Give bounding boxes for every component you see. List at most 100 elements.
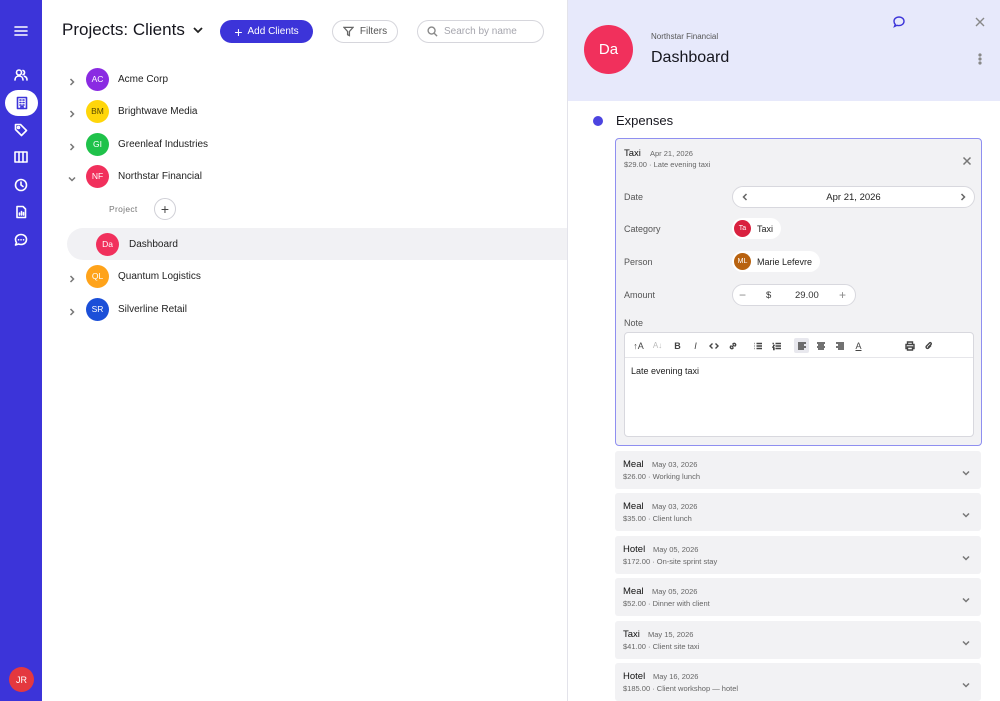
chevron-down-icon xyxy=(193,27,203,34)
expense-summary: $35.00 · Client lunch xyxy=(623,514,692,523)
breadcrumb[interactable]: Northstar Financial xyxy=(651,32,718,41)
category-name: Taxi xyxy=(757,223,774,234)
client-row-quantum[interactable]: QL Quantum Logistics xyxy=(42,260,567,292)
print-icon[interactable] xyxy=(902,338,917,353)
plus-icon: + xyxy=(234,23,243,40)
client-avatar: AC xyxy=(86,67,109,91)
amount-label: Amount xyxy=(624,290,656,300)
client-row-brightwave[interactable]: BM Brightwave Media xyxy=(42,95,567,127)
expense-item[interactable]: Meal May 03, 2026 $35.00 · Client lunch xyxy=(615,493,981,531)
more-options-icon[interactable] xyxy=(974,52,986,65)
expense-summary: $185.00 · Client workshop — hotel xyxy=(623,684,739,693)
align-right-icon[interactable] xyxy=(832,338,847,353)
chat-icon[interactable] xyxy=(0,227,42,253)
increment-button[interactable]: + xyxy=(839,288,846,302)
expense-item[interactable]: Hotel May 05, 2026 $172.00 · On-site spr… xyxy=(615,536,981,574)
amount-value[interactable]: 29.00 xyxy=(795,290,819,301)
expenses-section-header: Expenses xyxy=(593,113,673,128)
link-icon[interactable] xyxy=(725,338,740,353)
users-icon[interactable] xyxy=(0,62,42,88)
expense-card-expanded[interactable]: Taxi Apr 21, 2026 $29.00 · Late evening … xyxy=(615,138,982,446)
user-avatar[interactable]: JR xyxy=(9,667,34,692)
expense-date: May 03, 2026 xyxy=(652,502,698,511)
expense-item[interactable]: Taxi May 15, 2026 $41.00 · Client site t… xyxy=(615,621,981,659)
note-editor[interactable]: ↑A A↓ B I A Late evening taxi xyxy=(624,332,974,437)
menu-icon[interactable] xyxy=(0,18,42,44)
expense-date: May 15, 2026 xyxy=(648,630,694,639)
chevron-right-icon[interactable] xyxy=(67,106,77,118)
client-avatar: GI xyxy=(86,132,109,156)
chevron-right-icon[interactable] xyxy=(67,271,77,283)
chevron-down-icon[interactable] xyxy=(67,171,77,182)
section-title: Expenses xyxy=(616,113,674,128)
expense-date: May 16, 2026 xyxy=(653,672,699,681)
client-row-greenleaf[interactable]: GI Greenleaf Industries xyxy=(42,128,567,160)
add-project-button[interactable]: + xyxy=(154,198,176,220)
tag-icon[interactable] xyxy=(0,117,42,143)
chevron-right-icon[interactable] xyxy=(67,304,77,316)
chevron-down-icon[interactable] xyxy=(961,507,971,518)
expense-summary: $172.00 · On-site sprint stay xyxy=(623,557,718,566)
page-title[interactable]: Projects: Clients xyxy=(62,20,204,40)
client-row-acme[interactable]: AC Acme Corp xyxy=(42,63,567,95)
text-color-icon[interactable]: A xyxy=(851,338,866,353)
board-icon[interactable] xyxy=(0,144,42,170)
amount-stepper[interactable]: − $ 29.00 + xyxy=(732,284,856,306)
chevron-down-icon[interactable] xyxy=(961,465,971,476)
note-text[interactable]: Late evening taxi xyxy=(631,366,699,376)
close-icon[interactable] xyxy=(974,15,986,27)
editor-toolbar: ↑A A↓ B I A xyxy=(625,333,973,358)
comment-icon[interactable] xyxy=(893,15,905,28)
date-picker[interactable]: Apr 21, 2026 xyxy=(732,186,975,208)
building-icon[interactable] xyxy=(5,90,38,116)
italic-icon[interactable]: I xyxy=(688,338,703,353)
expense-type: Hotel xyxy=(623,671,646,682)
client-row-silverline[interactable]: SR Silverline Retail xyxy=(42,293,567,325)
search-input[interactable] xyxy=(444,26,539,37)
expense-item[interactable]: Meal May 05, 2026 $52.00 · Dinner with c… xyxy=(615,578,981,616)
close-icon[interactable] xyxy=(962,153,972,166)
project-section-label: Project xyxy=(109,204,138,214)
chevron-down-icon[interactable] xyxy=(961,592,971,603)
add-clients-label: Add Clients xyxy=(247,26,299,37)
numbered-list-icon[interactable] xyxy=(769,338,784,353)
chevron-down-icon[interactable] xyxy=(961,550,971,561)
project-row-dashboard[interactable]: Da Dashboard xyxy=(67,228,567,260)
attach-icon[interactable] xyxy=(921,338,936,353)
client-row-northstar[interactable]: NF Northstar Financial xyxy=(42,160,567,192)
client-name: Acme Corp xyxy=(118,73,169,85)
client-name: Brightwave Media xyxy=(118,105,198,117)
chevron-right-icon[interactable] xyxy=(67,139,77,151)
chevron-right-icon[interactable] xyxy=(958,192,968,202)
category-chip[interactable]: Ta Taxi xyxy=(732,218,782,239)
panel-header: Da Northstar Financial Dashboard xyxy=(568,0,1000,101)
expense-type: Taxi xyxy=(623,629,640,640)
client-avatar: QL xyxy=(86,264,109,288)
detail-panel: Da Northstar Financial Dashboard Expense… xyxy=(567,0,1000,701)
search-box[interactable] xyxy=(417,20,544,43)
bullet-list-icon[interactable] xyxy=(750,338,765,353)
person-chip[interactable]: ML Marie Lefevre xyxy=(732,251,821,272)
chevron-left-icon[interactable] xyxy=(740,192,750,202)
add-clients-button[interactable]: + Add Clients xyxy=(220,20,313,43)
chevron-right-icon[interactable] xyxy=(67,74,77,86)
expense-type: Meal xyxy=(623,459,644,470)
code-icon[interactable] xyxy=(706,338,721,353)
align-center-icon[interactable] xyxy=(813,338,828,353)
expense-item[interactable]: Meal May 03, 2026 $26.00 · Working lunch xyxy=(615,451,981,489)
expense-item[interactable]: Hotel May 16, 2026 $185.00 · Client work… xyxy=(615,663,981,701)
align-left-icon[interactable] xyxy=(794,338,809,353)
font-size-decrease-icon[interactable]: A↓ xyxy=(650,338,665,353)
clock-icon[interactable] xyxy=(0,172,42,198)
font-size-increase-icon[interactable]: ↑A xyxy=(630,338,647,353)
clients-list-pane: Projects: Clients + Add Clients Filters … xyxy=(42,0,567,701)
person-label: Person xyxy=(624,257,653,267)
filters-button[interactable]: Filters xyxy=(332,20,398,43)
expense-date: May 05, 2026 xyxy=(652,587,698,596)
chevron-down-icon[interactable] xyxy=(961,635,971,646)
decrement-button[interactable]: − xyxy=(739,288,746,302)
expense-summary: $26.00 · Working lunch xyxy=(623,472,700,481)
chevron-down-icon[interactable] xyxy=(961,677,971,688)
bold-icon[interactable]: B xyxy=(670,338,685,353)
report-icon[interactable] xyxy=(0,199,42,225)
